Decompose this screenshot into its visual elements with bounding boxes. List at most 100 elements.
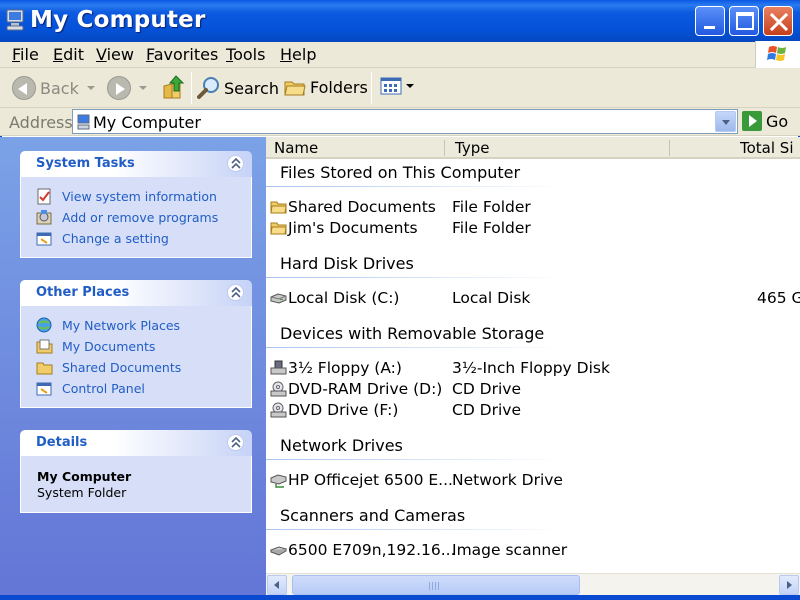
list-item[interactable]: Jim's Documents File Folder <box>270 218 800 239</box>
collapse-icon[interactable] <box>227 284 244 301</box>
address-label: Address <box>9 113 73 132</box>
other-places-header[interactable]: Other Places <box>20 280 252 306</box>
minimize-button[interactable] <box>695 6 725 36</box>
address-bar: Address My Computer Go <box>0 108 800 136</box>
list-item[interactable]: DVD-RAM Drive (D:) CD Drive <box>270 379 800 400</box>
back-button[interactable]: Back <box>12 76 95 100</box>
close-icon <box>770 13 788 31</box>
column-total-size[interactable]: Total Si <box>740 139 794 157</box>
menu-tools[interactable]: Tools <box>226 45 265 64</box>
folder-icon <box>270 201 287 214</box>
task-pane: System Tasks View system information Add… <box>0 137 266 600</box>
forward-dropdown-icon[interactable] <box>139 86 147 90</box>
group-header-hard-disk-drives: Hard Disk Drives <box>280 254 414 273</box>
task-change-setting[interactable]: Change a setting <box>21 228 251 249</box>
column-divider[interactable] <box>669 140 670 156</box>
forward-arrow-icon <box>107 76 131 100</box>
scanner-icon <box>270 546 287 556</box>
views-button[interactable] <box>380 76 414 96</box>
network-drive-icon <box>270 474 287 488</box>
column-divider[interactable] <box>444 140 445 156</box>
menu-edit[interactable]: Edit <box>53 45 84 64</box>
dvd-drive-icon <box>270 402 287 418</box>
place-my-network-places[interactable]: My Network Places <box>21 315 251 336</box>
search-icon <box>197 77 219 99</box>
add-remove-programs-icon <box>36 210 52 225</box>
group-header-removable-storage: Devices with Removable Storage <box>280 324 545 343</box>
horizontal-scrollbar[interactable] <box>266 573 800 595</box>
details-header[interactable]: Details <box>20 430 252 456</box>
other-places-list: My Network Places My Documents Shared Do… <box>20 306 252 408</box>
address-dropdown-button[interactable] <box>715 111 736 132</box>
up-folder-button[interactable] <box>162 74 186 100</box>
scroll-left-button[interactable] <box>267 575 287 595</box>
folder-icon <box>36 362 53 375</box>
control-panel-icon <box>36 382 52 396</box>
list-item[interactable]: DVD Drive (F:) CD Drive <box>270 400 800 421</box>
views-icon <box>380 77 402 95</box>
details-item-name: My Computer <box>37 469 132 484</box>
group-divider <box>266 277 566 278</box>
forward-button[interactable] <box>107 76 147 100</box>
title-bar[interactable]: My Computer <box>0 0 800 42</box>
window-frame-bottom <box>0 595 800 600</box>
task-view-system-information[interactable]: View system information <box>21 186 251 207</box>
back-dropdown-icon[interactable] <box>86 86 95 90</box>
dvd-drive-icon <box>270 381 287 397</box>
system-tasks-list: View system information Add or remove pr… <box>20 177 252 258</box>
folders-button[interactable]: Folders <box>284 76 368 98</box>
views-dropdown-icon <box>406 84 414 88</box>
folder-icon <box>270 222 287 235</box>
column-type[interactable]: Type <box>455 139 489 157</box>
place-shared-documents[interactable]: Shared Documents <box>21 357 251 378</box>
network-places-icon <box>36 317 52 333</box>
list-item[interactable]: Local Disk (C:) Local Disk 465 G <box>270 288 800 309</box>
toolbar-separator <box>191 72 192 104</box>
list-item[interactable]: 6500 E709n,192.16... Image scanner <box>270 540 800 561</box>
address-input[interactable]: My Computer <box>72 109 738 134</box>
collapse-icon[interactable] <box>227 434 244 451</box>
menu-help[interactable]: Help <box>280 45 316 64</box>
system-tasks-header[interactable]: System Tasks <box>20 151 252 177</box>
details-item-type: System Folder <box>37 485 127 500</box>
menu-favorites[interactable]: Favorites <box>146 45 218 64</box>
other-places-panel: Other Places My Network Places My Docume… <box>20 280 252 408</box>
floppy-drive-icon <box>270 360 287 375</box>
column-name[interactable]: Name <box>274 139 318 157</box>
system-tasks-panel: System Tasks View system information Add… <box>20 151 252 258</box>
my-documents-icon <box>36 339 53 354</box>
collapse-icon[interactable] <box>227 155 244 172</box>
task-add-remove-programs[interactable]: Add or remove programs <box>21 207 251 228</box>
folders-icon <box>284 81 306 96</box>
search-button[interactable]: Search <box>197 76 279 100</box>
group-divider <box>266 186 566 187</box>
system-info-icon <box>37 188 51 205</box>
scroll-right-button[interactable] <box>779 575 799 595</box>
my-computer-icon <box>4 8 28 32</box>
windows-logo <box>755 41 800 68</box>
my-computer-small-icon <box>77 114 91 134</box>
place-control-panel[interactable]: Control Panel <box>21 378 251 399</box>
group-divider <box>266 459 566 460</box>
group-header-network-drives: Network Drives <box>280 436 403 455</box>
list-item[interactable]: Shared Documents File Folder <box>270 197 800 218</box>
menu-view[interactable]: View <box>96 45 134 64</box>
group-divider <box>266 529 566 530</box>
maximize-icon <box>736 12 754 30</box>
go-button[interactable]: Go <box>742 111 788 131</box>
hard-disk-icon <box>270 293 287 304</box>
maximize-button[interactable] <box>729 6 759 36</box>
close-button[interactable] <box>763 6 793 36</box>
back-arrow-icon <box>12 76 36 100</box>
group-header-files: Files Stored on This Computer <box>280 163 521 182</box>
place-my-documents[interactable]: My Documents <box>21 336 251 357</box>
list-item[interactable]: 3½ Floppy (A:) 3½-Inch Floppy Disk <box>270 358 800 379</box>
group-header-scanners-cameras: Scanners and Cameras <box>280 506 466 525</box>
details-panel: Details My Computer System Folder <box>20 430 252 513</box>
group-divider <box>266 347 566 348</box>
menu-file[interactable]: File <box>12 45 39 64</box>
column-header: Name Type Total Si <box>266 137 800 159</box>
list-item[interactable]: HP Officejet 6500 E... Network Drive <box>270 470 800 491</box>
scroll-thumb[interactable] <box>292 575 580 595</box>
control-panel-icon <box>36 232 52 246</box>
